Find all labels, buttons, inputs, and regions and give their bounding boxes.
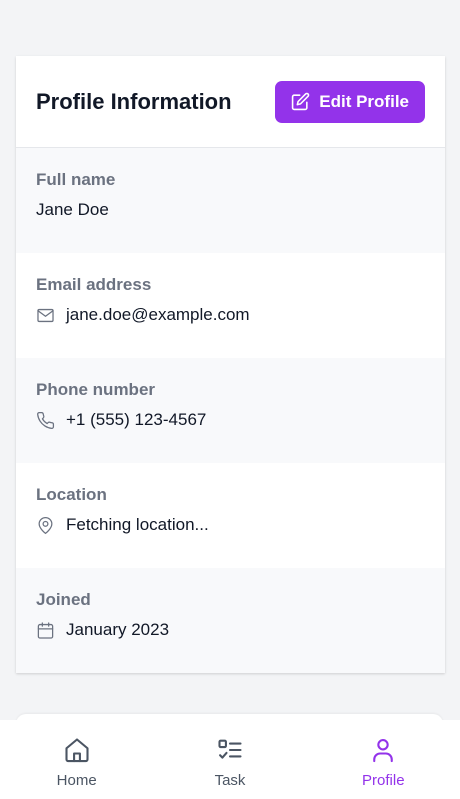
nav-item-home[interactable]: Home — [0, 720, 153, 799]
user-icon — [369, 735, 397, 765]
phone-value: +1 (555) 123-4567 — [66, 410, 207, 429]
task-list-icon — [216, 735, 244, 765]
profile-card: Profile Information Edit Profile Full na… — [16, 56, 445, 673]
field-label: Phone number — [36, 380, 156, 399]
nav-label-task: Task — [214, 772, 246, 789]
field-phone: Phone number +1 (555) 123-4567 — [16, 358, 445, 463]
nav-label-home: Home — [56, 772, 97, 789]
page-title: Profile Information — [36, 88, 232, 114]
location-value: Fetching location... — [66, 515, 209, 534]
joined-value: January 2023 — [66, 620, 170, 639]
mail-icon — [36, 306, 55, 325]
nav-label-profile: Profile — [362, 772, 405, 789]
map-pin-icon — [36, 516, 55, 535]
calendar-icon — [36, 621, 55, 640]
bottom-nav: Home Task Profile — [0, 720, 460, 799]
edit-profile-label: Edit Profile — [319, 91, 409, 111]
field-label: Full name — [36, 170, 116, 189]
field-full-name: Full name Jane Doe — [16, 148, 445, 253]
phone-icon — [36, 411, 55, 430]
field-label: Joined — [36, 590, 91, 609]
profile-card-header: Profile Information Edit Profile — [16, 56, 445, 148]
field-email: Email address jane.doe@example.com — [16, 253, 445, 358]
field-label: Email address — [36, 275, 152, 294]
email-value: jane.doe@example.com — [66, 305, 250, 324]
edit-profile-button[interactable]: Edit Profile — [275, 80, 425, 123]
edit-icon — [291, 92, 310, 111]
home-icon — [63, 735, 91, 765]
field-location: Location Fetching location... — [16, 463, 445, 568]
full-name-value: Jane Doe — [36, 200, 109, 219]
field-label: Location — [36, 485, 107, 504]
nav-item-task[interactable]: Task — [153, 720, 306, 799]
nav-item-profile[interactable]: Profile — [307, 720, 460, 799]
field-joined: Joined January 2023 — [16, 568, 445, 673]
